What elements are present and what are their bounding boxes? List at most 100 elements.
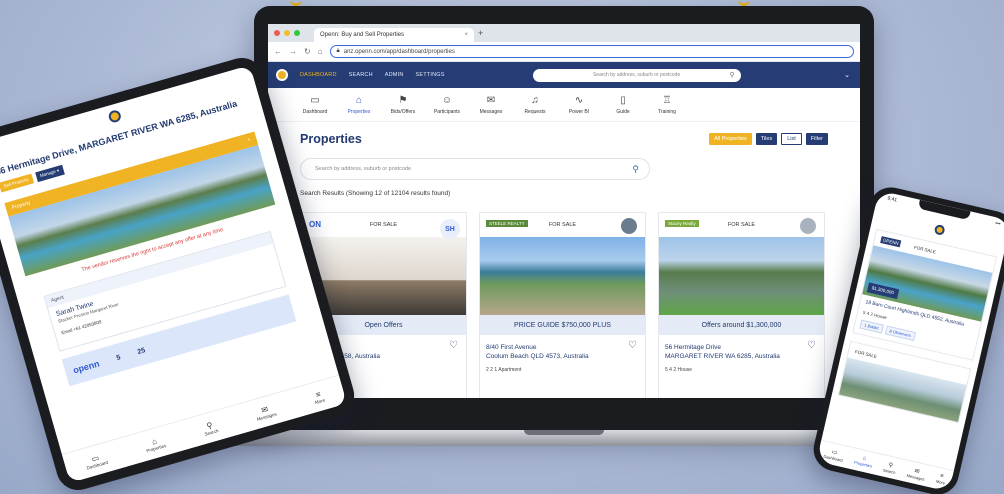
home-icon: ⌂ (355, 94, 363, 106)
agent-avatar (798, 216, 818, 236)
minimize-window-icon[interactable] (284, 30, 290, 36)
lock-icon: 🔒︎ (336, 48, 340, 54)
tab-label: More (935, 478, 946, 486)
tab-search[interactable]: ⚲ Search (883, 460, 898, 475)
stat-value: 25 (136, 346, 147, 356)
section-requests[interactable]: ♫ Requests (514, 95, 556, 115)
view-controls: All Properties Tiles List Filter (709, 133, 828, 145)
section-label: Requests (524, 108, 546, 115)
page-header: Properties All Properties Tiles List Fil… (268, 122, 860, 146)
tab-dashboard[interactable]: ▭ Dashboard (83, 451, 109, 471)
nav-dashboard[interactable]: DASHBOARD (300, 72, 337, 78)
card-price-band: Offers around $1,300,000 (659, 315, 824, 335)
price-badge: $1,300,000 (866, 282, 899, 299)
tab-more[interactable]: ≡ More (935, 473, 947, 486)
section-label: Power BI (568, 108, 590, 115)
tab-close-icon[interactable]: × (464, 32, 468, 38)
card-features: 5 4 2 House (665, 367, 692, 373)
property-search-input[interactable]: Search by address, suburb or postcode ⚲ (300, 158, 650, 180)
signal-icon: ▪▪▪ (994, 220, 1002, 228)
favorite-heart-icon[interactable]: ♡ (807, 341, 816, 351)
section-dashboard[interactable]: ▭ Dashboard (294, 95, 336, 115)
card-status: FOR SALE (369, 222, 398, 228)
section-label: Participants (433, 108, 461, 115)
section-properties[interactable]: ⌂ Properties (338, 95, 380, 115)
all-properties-button[interactable]: All Properties (709, 133, 752, 145)
search-icon[interactable]: ⚲ (632, 164, 639, 175)
reload-icon[interactable]: ↻ (304, 47, 311, 56)
section-power-bi[interactable]: ∿ Power BI (558, 95, 600, 115)
card-header: Stacey Realty FOR SALE (659, 213, 824, 237)
new-tab-icon[interactable]: + (478, 28, 483, 38)
card-address-line2: Coolum Beach QLD 4573, Australia (486, 353, 589, 360)
browser-tab-strip: Openn: Buy and Sell Properties × + (268, 24, 860, 42)
address-bar[interactable]: 🔒︎ anz.openn.com/app/dashboard/propertie… (329, 45, 854, 58)
global-search-input[interactable]: Search by address, suburb or postcode ⚲ (532, 68, 741, 82)
bell-icon: ♫ (531, 94, 539, 106)
close-window-icon[interactable] (274, 30, 280, 36)
section-bids-offers[interactable]: ⚑ Bids/Offers (382, 95, 424, 115)
property-card[interactable]: OPENN FOR SALE $1,300,000 18 Barn Court … (852, 228, 998, 361)
manage-dropdown[interactable]: Manage ▾ (34, 164, 65, 183)
monitor-icon: ▭ (310, 94, 320, 106)
stat-value: 5 (115, 353, 122, 362)
card-header: ON FOR SALE SH (301, 213, 466, 239)
property-cards: ON FOR SALE SH Open Offers gorn Street d… (300, 212, 825, 398)
card-address-line1: 56 Hermitage Drive (665, 344, 721, 351)
openn-brand-text: openn (71, 358, 101, 376)
mail-icon: ✉ (486, 94, 496, 106)
phone-tab-bar: ▭ Dashboard ⌂ Properties ⚲ Search ✉ Messages… (816, 439, 954, 492)
tab-label: More (314, 397, 326, 405)
section-participants[interactable]: ☺ Participants (426, 95, 468, 115)
section-label: Dashboard (302, 108, 328, 115)
nav-search[interactable]: SEARCH (349, 72, 373, 78)
book-icon: ▯ (620, 94, 626, 106)
favorite-heart-icon[interactable]: ♡ (449, 341, 458, 351)
card-status: FOR SALE (913, 244, 937, 255)
section-guide[interactable]: ▯ Guide (602, 95, 644, 115)
nav-settings[interactable]: SETTINGS (416, 72, 445, 78)
list-view-button[interactable]: List (781, 133, 802, 145)
section-training[interactable]: ♖ Training (646, 95, 688, 115)
property-card[interactable]: STEELE REALTY FOR SALE PRICE GUIDE $750,… (479, 212, 646, 398)
forward-icon[interactable]: → (289, 47, 297, 56)
card-address-line2: MARGARET RIVER WA 6285, Australia (665, 353, 780, 360)
card-badge: ON (309, 220, 321, 229)
favorite-heart-icon[interactable]: ♡ (628, 341, 637, 351)
property-search-placeholder: Search by address, suburb or postcode (315, 166, 412, 172)
chevron-down-icon[interactable]: ⌄ (844, 71, 850, 79)
browser-tab[interactable]: Openn: Buy and Sell Properties × (314, 28, 474, 42)
home-icon[interactable]: ⌂ (318, 47, 323, 56)
tab-search[interactable]: ⚲ Search (201, 419, 219, 436)
card-features: 2 2 1 Apartment (486, 367, 522, 373)
tiles-view-button[interactable]: Tiles (755, 133, 778, 145)
section-messages[interactable]: ✉ Messages (470, 95, 512, 115)
bidders-button[interactable]: 1 Bidder (859, 319, 884, 334)
tab-messages[interactable]: ✉ Messages (254, 402, 277, 421)
agency-logo: Stacey Realty (665, 220, 699, 227)
tab-dashboard[interactable]: ▭ Dashboard (823, 446, 845, 463)
card-tag: OPENN (880, 235, 902, 247)
app-top-nav: DASHBOARD SEARCH ADMIN SETTINGS Search b… (268, 62, 860, 88)
flag-icon: ⚑ (398, 94, 408, 106)
maximize-window-icon[interactable] (294, 30, 300, 36)
global-search-placeholder: Search by address, suburb or postcode (592, 72, 681, 78)
property-photo[interactable] (480, 237, 645, 315)
nav-admin[interactable]: ADMIN (385, 72, 404, 78)
openn-logo-icon[interactable] (276, 69, 288, 81)
accordion-label: Property (11, 200, 32, 212)
sell-property-button[interactable]: Sell Property (0, 173, 34, 193)
back-icon[interactable]: ← (274, 47, 282, 56)
search-icon[interactable]: ⚲ (729, 71, 734, 79)
card-address: 56 Hermitage Drive MARGARET RIVER WA 628… (659, 335, 824, 361)
page-title: Properties (300, 132, 362, 146)
tab-messages[interactable]: ✉ Messages (906, 466, 926, 481)
property-card[interactable]: Stacey Realty FOR SALE Offers around $1,… (658, 212, 825, 398)
expand-icon[interactable]: + (247, 137, 251, 144)
laptop-screen: Openn: Buy and Sell Properties × + ← → ↻… (268, 24, 860, 398)
tab-properties[interactable]: ⌂ Properties (143, 434, 167, 453)
tab-properties[interactable]: ⌂ Properties (854, 454, 874, 469)
property-photo[interactable] (659, 237, 824, 315)
tab-more[interactable]: ≡ More (312, 388, 326, 405)
filter-button[interactable]: Filter (805, 133, 828, 145)
